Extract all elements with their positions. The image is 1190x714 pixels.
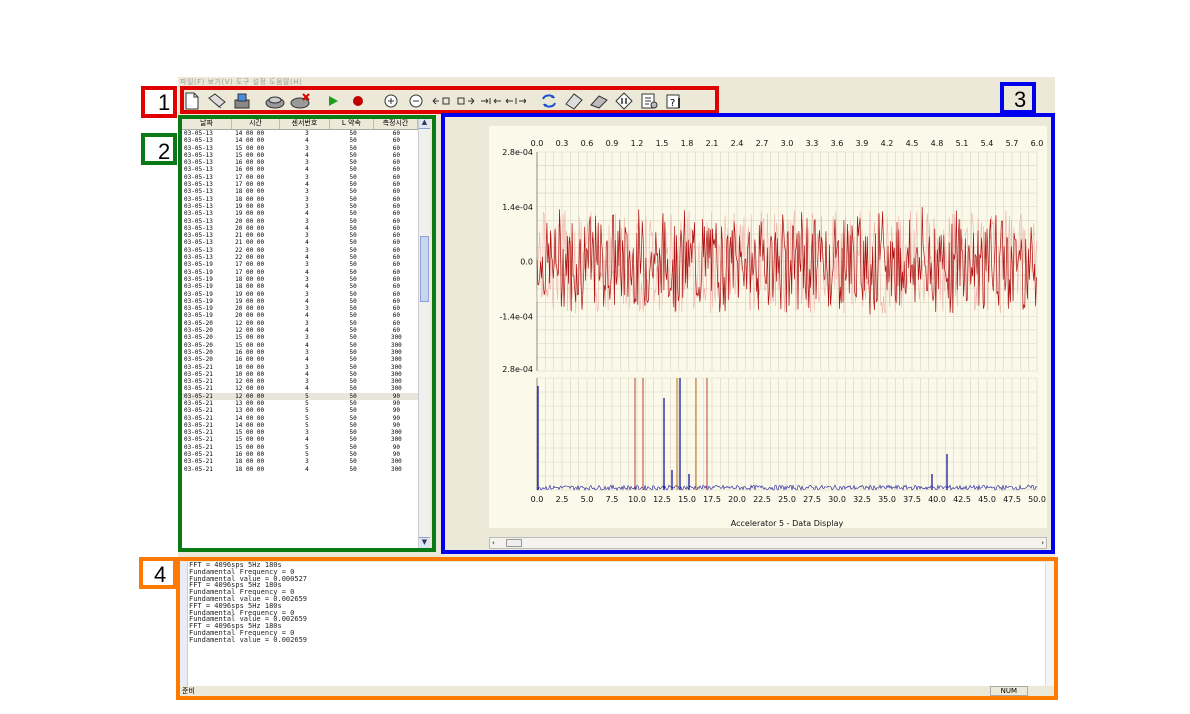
log-highlight-box [176,557,1058,700]
callout-label-1: 1 [158,90,171,115]
list-highlight-box [178,115,436,552]
callout-label-2: 2 [158,139,171,164]
toolbar-highlight-box [180,86,719,114]
callout-label-4: 4 [154,562,167,587]
callout-label-3: 3 [1014,87,1027,112]
chart-highlight-box [441,113,1055,554]
